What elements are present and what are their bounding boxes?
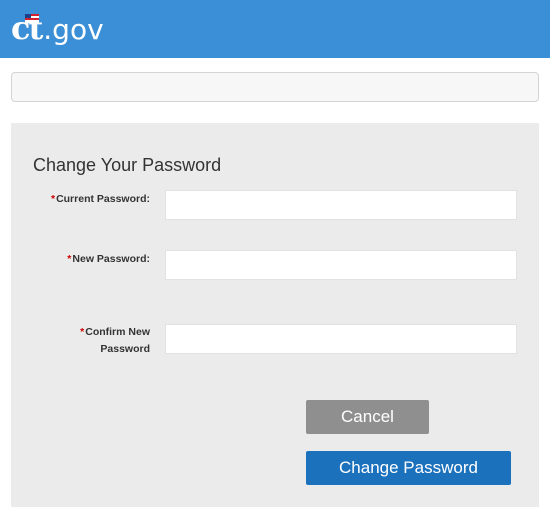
logo-gov-text: .gov (43, 13, 104, 46)
confirm-new-password-input[interactable] (165, 324, 517, 354)
page-title: Change Your Password (33, 155, 222, 175)
current-password-input[interactable] (165, 190, 517, 220)
site-header: ct .gov (0, 0, 550, 58)
required-marker: * (80, 326, 85, 338)
new-password-input[interactable] (165, 250, 517, 280)
new-password-label: *New Password: (11, 251, 150, 268)
confirm-password-label: *Confirm New Password (11, 324, 150, 358)
cancel-button[interactable]: Cancel (306, 400, 429, 434)
change-password-panel: Change Your Password *Current Password: … (11, 123, 539, 507)
new-password-label-text: New Password: (72, 253, 150, 265)
confirm-password-label-line2: Password (100, 343, 150, 355)
current-password-label: *Current Password: (11, 191, 150, 208)
change-password-button[interactable]: Change Password (306, 451, 511, 485)
ct-gov-logo[interactable]: ct .gov (11, 8, 104, 48)
required-marker: * (50, 193, 56, 205)
required-marker: * (67, 253, 72, 265)
navigation-bar (11, 72, 539, 102)
confirm-password-label-line1: Confirm New (85, 326, 150, 338)
current-password-label-text: Current Password: (56, 193, 150, 205)
flag-icon (25, 14, 39, 23)
